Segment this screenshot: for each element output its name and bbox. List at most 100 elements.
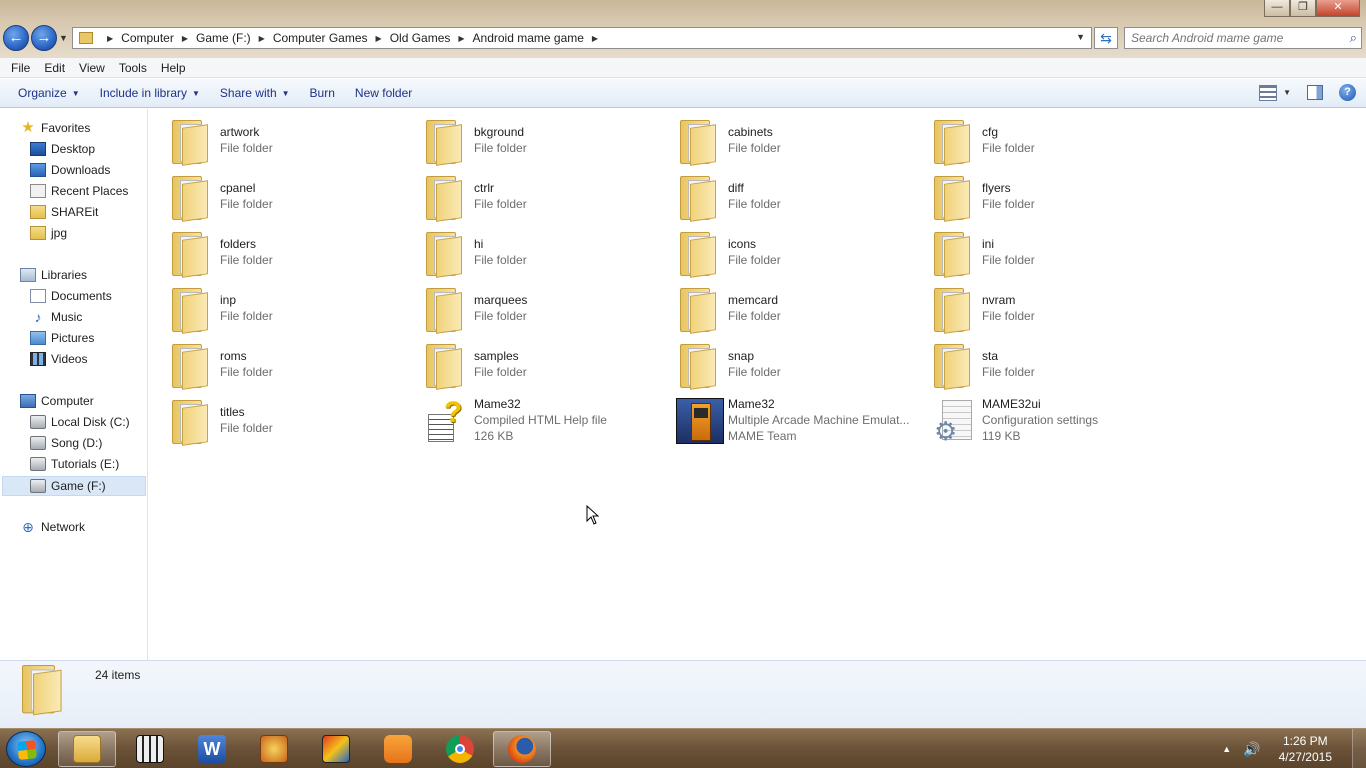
taskbar-neo-race-game[interactable] — [307, 731, 365, 767]
nav-network[interactable]: ⊕ Network — [20, 520, 85, 534]
nav-item-tutorials-e[interactable]: Tutorials (E:) — [30, 457, 119, 471]
chrome-icon — [446, 735, 474, 763]
search-icon[interactable]: ⌕ — [1350, 30, 1357, 46]
recent-pages-dropdown[interactable]: ▼ — [59, 33, 68, 43]
folder-cfg[interactable]: cfg File folder — [930, 116, 1180, 170]
refresh-button[interactable]: ⇆ — [1094, 27, 1118, 49]
folder-sta[interactable]: sta File folder — [930, 340, 1180, 394]
chevron-down-icon: ▼ — [281, 88, 290, 98]
folder-inp[interactable]: inp File folder — [168, 284, 418, 338]
clock[interactable]: 1:26 PM 4/27/2015 — [1279, 733, 1332, 765]
menu-tools[interactable]: Tools — [112, 61, 154, 75]
menu-edit[interactable]: Edit — [37, 61, 72, 75]
nav-item-local-disk-c[interactable]: Local Disk (C:) — [30, 415, 130, 429]
folder-flyers[interactable]: flyers File folder — [930, 172, 1180, 226]
search-input[interactable] — [1125, 28, 1335, 48]
maximize-button[interactable]: ❐ — [1290, 0, 1316, 17]
folder-ctrlr[interactable]: ctrlr File folder — [422, 172, 672, 226]
taskbar-media-app[interactable] — [245, 731, 303, 767]
folder-nvram[interactable]: nvram File folder — [930, 284, 1180, 338]
folder-marquees[interactable]: marquees File folder — [422, 284, 672, 338]
show-desktop-button[interactable] — [1352, 729, 1366, 768]
breadcrumb-game-drive[interactable]: Game (F:) — [196, 31, 251, 45]
nav-item-videos[interactable]: Videos — [30, 352, 87, 366]
nav-item-desktop[interactable]: Desktop — [30, 142, 95, 156]
forward-button[interactable]: → — [31, 25, 57, 51]
minimize-button[interactable]: — — [1264, 0, 1290, 17]
share-with-button[interactable]: Share with ▼ — [210, 86, 300, 100]
nav-item-jpg[interactable]: jpg — [30, 226, 67, 240]
include-in-library-button[interactable]: Include in library ▼ — [90, 86, 210, 100]
menu-view[interactable]: View — [72, 61, 112, 75]
folder-ini[interactable]: ini File folder — [930, 228, 1180, 282]
file-size: 126 KB — [474, 429, 514, 443]
help-icon[interactable]: ? — [1339, 84, 1356, 101]
menu-file[interactable]: File — [4, 61, 37, 75]
file-mame32-app[interactable]: Mame32 Multiple Arcade Machine Emulat... M… — [676, 396, 926, 450]
taskbar-windows-explorer[interactable] — [58, 731, 116, 767]
new-folder-button[interactable]: New folder — [345, 86, 422, 100]
breadcrumb-computer-games[interactable]: Computer Games — [273, 31, 368, 45]
nav-item-downloads[interactable]: Downloads — [30, 163, 110, 177]
breadcrumb-android-mame-game[interactable]: Android mame game — [473, 31, 584, 45]
folder-hi[interactable]: hi File folder — [422, 228, 672, 282]
taskbar-firefox[interactable] — [493, 731, 551, 767]
file-name: hi — [474, 237, 484, 251]
folder-folders[interactable]: folders File folder — [168, 228, 418, 282]
nav-item-documents[interactable]: Documents — [30, 289, 112, 303]
view-controls: ▼ ? — [1259, 84, 1356, 101]
start-button[interactable] — [6, 731, 46, 767]
nav-item-game-f[interactable]: Game (F:) — [2, 476, 146, 496]
folder-cabinets[interactable]: cabinets File folder — [676, 116, 926, 170]
show-hidden-icons-icon[interactable]: ▲ — [1222, 744, 1231, 754]
volume-icon[interactable]: 🔊 — [1243, 741, 1260, 758]
change-view-button[interactable]: ▼ — [1259, 84, 1291, 101]
nav-item-recent-places[interactable]: Recent Places — [30, 184, 128, 198]
hard-drive-icon — [30, 457, 46, 471]
chevron-right-icon[interactable]: ▶ — [376, 34, 382, 43]
nav-libraries[interactable]: Libraries — [20, 268, 87, 282]
nav-item-song-d[interactable]: Song (D:) — [30, 436, 102, 450]
breadcrumb-computer[interactable]: Computer — [121, 31, 174, 45]
folder-diff[interactable]: diff File folder — [676, 172, 926, 226]
chevron-right-icon[interactable]: ▶ — [182, 34, 188, 43]
file-mame32ui[interactable]: ⚙ MAME32ui Configuration settings 119 KB — [930, 396, 1180, 450]
chevron-right-icon[interactable]: ▶ — [592, 34, 598, 43]
chevron-right-icon[interactable]: ▶ — [107, 34, 113, 43]
address-bar[interactable]: ▶ Computer ▶ Game (F:) ▶ Computer Games … — [72, 27, 1092, 49]
chevron-right-icon[interactable]: ▶ — [259, 34, 265, 43]
taskbar-file-manager[interactable] — [121, 731, 179, 767]
taskbar-uc-browser[interactable] — [369, 731, 427, 767]
nav-item-shareit[interactable]: SHAREit — [30, 205, 98, 219]
file-mame32-help[interactable]: ? Mame32 Compiled HTML Help file 126 KB — [422, 396, 672, 450]
folder-cpanel[interactable]: cpanel File folder — [168, 172, 418, 226]
organize-button[interactable]: Organize ▼ — [8, 86, 90, 100]
breadcrumb-old-games[interactable]: Old Games — [390, 31, 451, 45]
folder-memcard[interactable]: memcard File folder — [676, 284, 926, 338]
taskbar-google-chrome[interactable] — [431, 731, 489, 767]
nav-item-pictures[interactable]: Pictures — [30, 331, 94, 345]
menu-help[interactable]: Help — [154, 61, 193, 75]
hard-drive-icon — [30, 415, 46, 429]
close-button[interactable]: ✕ — [1316, 0, 1360, 17]
search-box[interactable]: ⌕ — [1124, 27, 1362, 49]
folder-icons[interactable]: icons File folder — [676, 228, 926, 282]
chevron-right-icon[interactable]: ▶ — [458, 34, 464, 43]
taskbar-microsoft-word[interactable]: W — [183, 731, 241, 767]
folder-samples[interactable]: samples File folder — [422, 340, 672, 394]
address-history-dropdown[interactable]: ▼ — [1076, 32, 1085, 42]
nav-favorites[interactable]: ★ Favorites — [20, 120, 90, 135]
nav-item-label: Pictures — [51, 331, 95, 345]
nav-computer[interactable]: Computer — [20, 394, 94, 408]
back-button[interactable]: ← — [3, 25, 29, 51]
folder-artwork[interactable]: artwork File folder — [168, 116, 418, 170]
nav-item-label: Local Disk (C:) — [51, 415, 130, 429]
folder-snap[interactable]: snap File folder — [676, 340, 926, 394]
folder-titles[interactable]: titles File folder — [168, 396, 418, 450]
folder-roms[interactable]: roms File folder — [168, 340, 418, 394]
folder-bkground[interactable]: bkground File folder — [422, 116, 672, 170]
burn-button[interactable]: Burn — [300, 86, 345, 100]
preview-pane-icon[interactable] — [1307, 85, 1323, 100]
file-manager-icon — [136, 735, 164, 763]
nav-item-music[interactable]: ♪ Music — [30, 310, 83, 324]
